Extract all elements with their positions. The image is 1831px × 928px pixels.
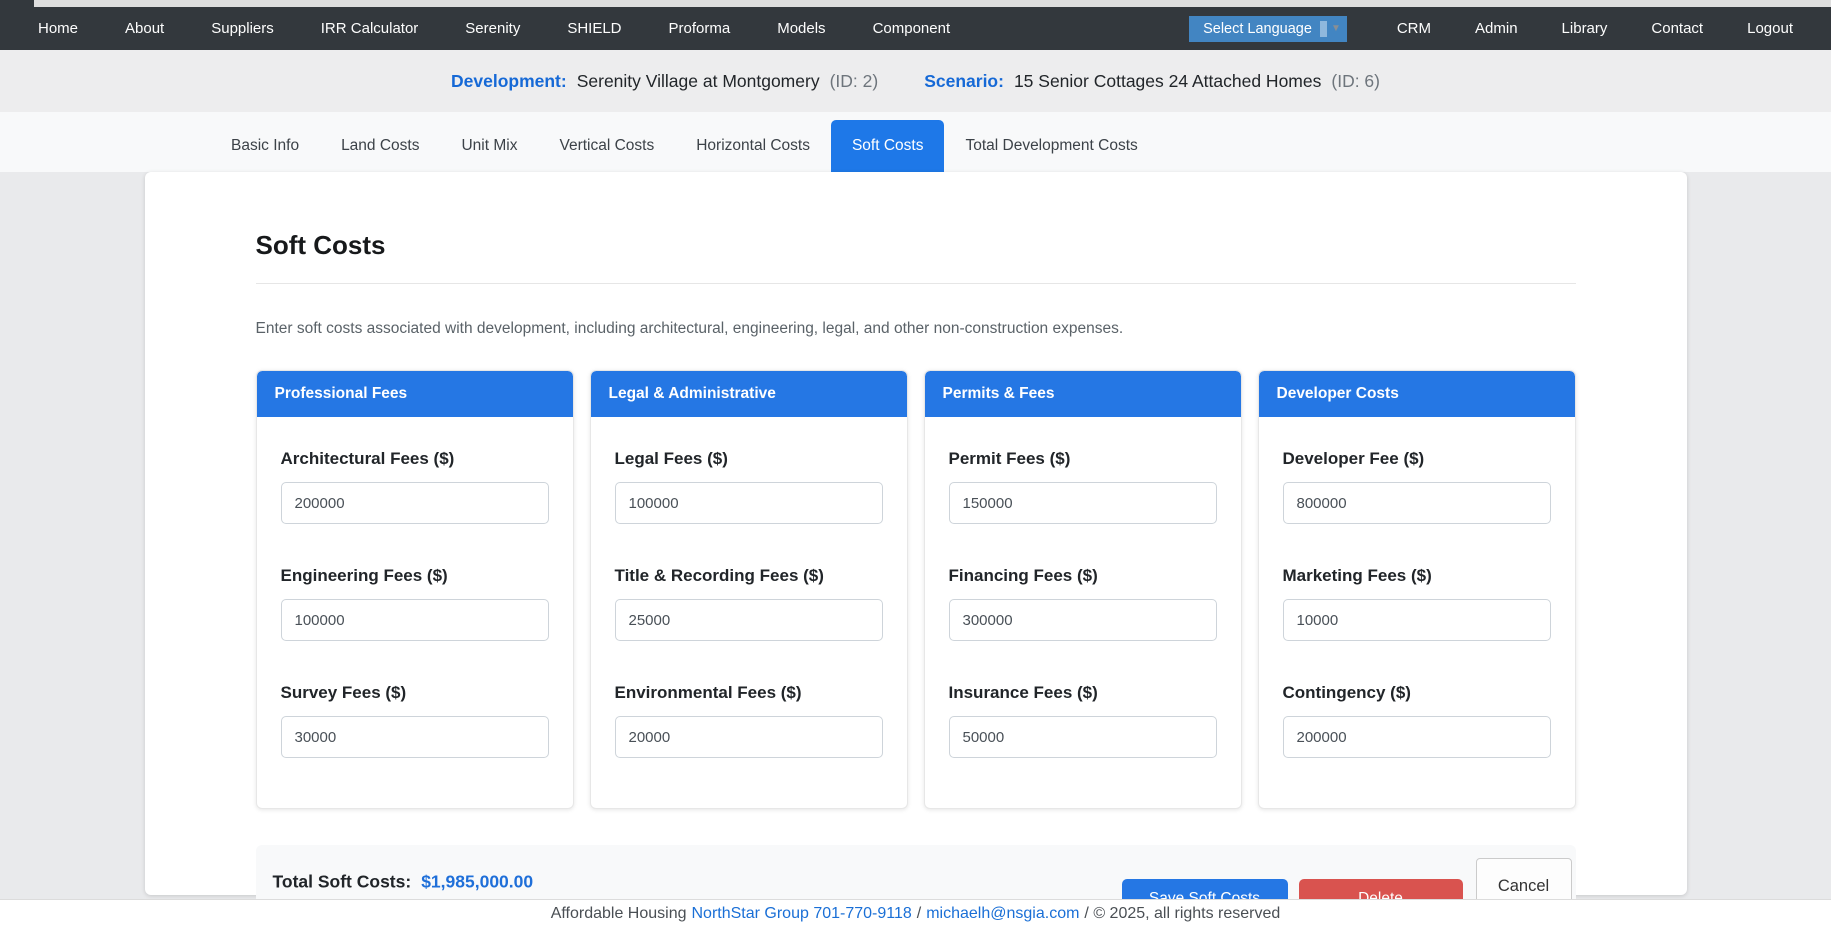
tab-land-costs[interactable]: Land Costs	[320, 120, 440, 172]
tab-vertical-costs[interactable]: Vertical Costs	[538, 120, 675, 172]
development-name: Serenity Village at Montgomery	[577, 71, 820, 92]
legal-fees-input[interactable]	[615, 482, 883, 524]
developer-fee-input[interactable]	[1283, 482, 1551, 524]
card-legal-administrative: Legal & Administrative Legal Fees ($) Ti…	[590, 370, 908, 809]
nav-item-shield[interactable]: SHIELD	[567, 20, 621, 37]
card-professional-fees: Professional Fees Architectural Fees ($)…	[256, 370, 574, 809]
architectural-fees-label: Architectural Fees ($)	[281, 449, 549, 469]
environmental-fees-input[interactable]	[615, 716, 883, 758]
cost-cards-row: Professional Fees Architectural Fees ($)…	[256, 370, 1576, 809]
footer-separator: /	[917, 905, 921, 923]
section-tabs: Basic Info Land Costs Unit Mix Vertical …	[0, 112, 1831, 172]
page-title: Soft Costs	[256, 230, 1576, 261]
footer-prefix: Affordable Housing	[551, 905, 687, 923]
developer-fee-label: Developer Fee ($)	[1283, 449, 1551, 469]
field-financing-fees: Financing Fees ($)	[949, 566, 1217, 641]
field-contingency: Contingency ($)	[1283, 683, 1551, 758]
title-divider	[256, 283, 1576, 284]
nav-item-about[interactable]: About	[125, 20, 164, 37]
financing-fees-label: Financing Fees ($)	[949, 566, 1217, 586]
card-header-developer-costs: Developer Costs	[1259, 371, 1575, 417]
field-survey-fees: Survey Fees ($)	[281, 683, 549, 758]
card-header-legal-administrative: Legal & Administrative	[591, 371, 907, 417]
field-architectural-fees: Architectural Fees ($)	[281, 449, 549, 524]
total-soft-costs-value: $1,985,000.00	[421, 871, 533, 892]
nav-item-home[interactable]: Home	[38, 20, 78, 37]
tab-horizontal-costs[interactable]: Horizontal Costs	[675, 120, 831, 172]
tab-soft-costs[interactable]: Soft Costs	[831, 120, 945, 172]
nav-item-component[interactable]: Component	[873, 20, 951, 37]
nav-item-models[interactable]: Models	[777, 20, 825, 37]
legal-fees-label: Legal Fees ($)	[615, 449, 883, 469]
card-body-developer-costs: Developer Fee ($) Marketing Fees ($) Con…	[1259, 417, 1575, 808]
nav-item-irr-calculator[interactable]: IRR Calculator	[321, 20, 419, 37]
soft-costs-panel: Soft Costs Enter soft costs associated w…	[145, 172, 1687, 895]
scenario-label: Scenario:	[924, 71, 1004, 92]
total-soft-costs-label: Total Soft Costs:	[273, 871, 412, 892]
permit-fees-label: Permit Fees ($)	[949, 449, 1217, 469]
development-id: (ID: 2)	[830, 71, 879, 92]
scenario-id: (ID: 6)	[1331, 71, 1380, 92]
total-soft-costs: Total Soft Costs: $1,985,000.00	[273, 871, 534, 892]
card-developer-costs: Developer Costs Developer Fee ($) Market…	[1258, 370, 1576, 809]
nav-item-serenity[interactable]: Serenity	[465, 20, 520, 37]
card-body-permits-fees: Permit Fees ($) Financing Fees ($) Insur…	[925, 417, 1241, 808]
card-permits-fees: Permits & Fees Permit Fees ($) Financing…	[924, 370, 1242, 809]
select-language-dropdown[interactable]: Select Language ▼	[1189, 16, 1347, 42]
top-navbar: Home About Suppliers IRR Calculator Sere…	[0, 0, 1831, 50]
field-title-recording-fees: Title & Recording Fees ($)	[615, 566, 883, 641]
tab-unit-mix[interactable]: Unit Mix	[440, 120, 538, 172]
survey-fees-label: Survey Fees ($)	[281, 683, 549, 703]
field-permit-fees: Permit Fees ($)	[949, 449, 1217, 524]
page-description: Enter soft costs associated with develop…	[256, 320, 1576, 338]
footer-email-link[interactable]: michaelh@nsgia.com	[926, 905, 1079, 923]
nav-right-group: Select Language ▼ CRM Admin Library Cont…	[1189, 16, 1793, 42]
card-header-permits-fees: Permits & Fees	[925, 371, 1241, 417]
footer-suffix: / © 2025, all rights reserved	[1084, 905, 1280, 923]
field-engineering-fees: Engineering Fees ($)	[281, 566, 549, 641]
tab-basic-info[interactable]: Basic Info	[210, 120, 320, 172]
nav-item-contact[interactable]: Contact	[1651, 20, 1703, 37]
environmental-fees-label: Environmental Fees ($)	[615, 683, 883, 703]
insurance-fees-label: Insurance Fees ($)	[949, 683, 1217, 703]
permit-fees-input[interactable]	[949, 482, 1217, 524]
field-developer-fee: Developer Fee ($)	[1283, 449, 1551, 524]
select-language-label: Select Language	[1203, 21, 1312, 37]
title-recording-fees-label: Title & Recording Fees ($)	[615, 566, 883, 586]
card-body-professional-fees: Architectural Fees ($) Engineering Fees …	[257, 417, 573, 808]
tab-total-development-costs[interactable]: Total Development Costs	[944, 120, 1158, 172]
card-body-legal-administrative: Legal Fees ($) Title & Recording Fees ($…	[591, 417, 907, 808]
nav-item-suppliers[interactable]: Suppliers	[211, 20, 274, 37]
nav-item-admin[interactable]: Admin	[1475, 20, 1518, 37]
marketing-fees-label: Marketing Fees ($)	[1283, 566, 1551, 586]
financing-fees-input[interactable]	[949, 599, 1217, 641]
engineering-fees-label: Engineering Fees ($)	[281, 566, 549, 586]
card-header-professional-fees: Professional Fees	[257, 371, 573, 417]
page-footer: Affordable Housing NorthStar Group 701-7…	[0, 899, 1831, 928]
nav-item-proforma[interactable]: Proforma	[669, 20, 731, 37]
title-recording-fees-input[interactable]	[615, 599, 883, 641]
development-label: Development:	[451, 71, 567, 92]
marketing-fees-input[interactable]	[1283, 599, 1551, 641]
survey-fees-input[interactable]	[281, 716, 549, 758]
language-scrollbar-strip	[1320, 21, 1327, 37]
engineering-fees-input[interactable]	[281, 599, 549, 641]
field-legal-fees: Legal Fees ($)	[615, 449, 883, 524]
scenario-name: 15 Senior Cottages 24 Attached Homes	[1014, 71, 1321, 92]
contingency-input[interactable]	[1283, 716, 1551, 758]
field-environmental-fees: Environmental Fees ($)	[615, 683, 883, 758]
context-bar: Development: Serenity Village at Montgom…	[0, 50, 1831, 112]
top-strip	[34, 0, 1831, 7]
architectural-fees-input[interactable]	[281, 482, 549, 524]
field-insurance-fees: Insurance Fees ($)	[949, 683, 1217, 758]
footer-company-link[interactable]: NorthStar Group 701-770-9118	[691, 905, 911, 923]
field-marketing-fees: Marketing Fees ($)	[1283, 566, 1551, 641]
contingency-label: Contingency ($)	[1283, 683, 1551, 703]
chevron-down-icon: ▼	[1331, 23, 1341, 34]
nav-item-logout[interactable]: Logout	[1747, 20, 1793, 37]
nav-item-library[interactable]: Library	[1562, 20, 1608, 37]
insurance-fees-input[interactable]	[949, 716, 1217, 758]
nav-left-group: Home About Suppliers IRR Calculator Sere…	[38, 20, 950, 37]
nav-item-crm[interactable]: CRM	[1397, 20, 1431, 37]
